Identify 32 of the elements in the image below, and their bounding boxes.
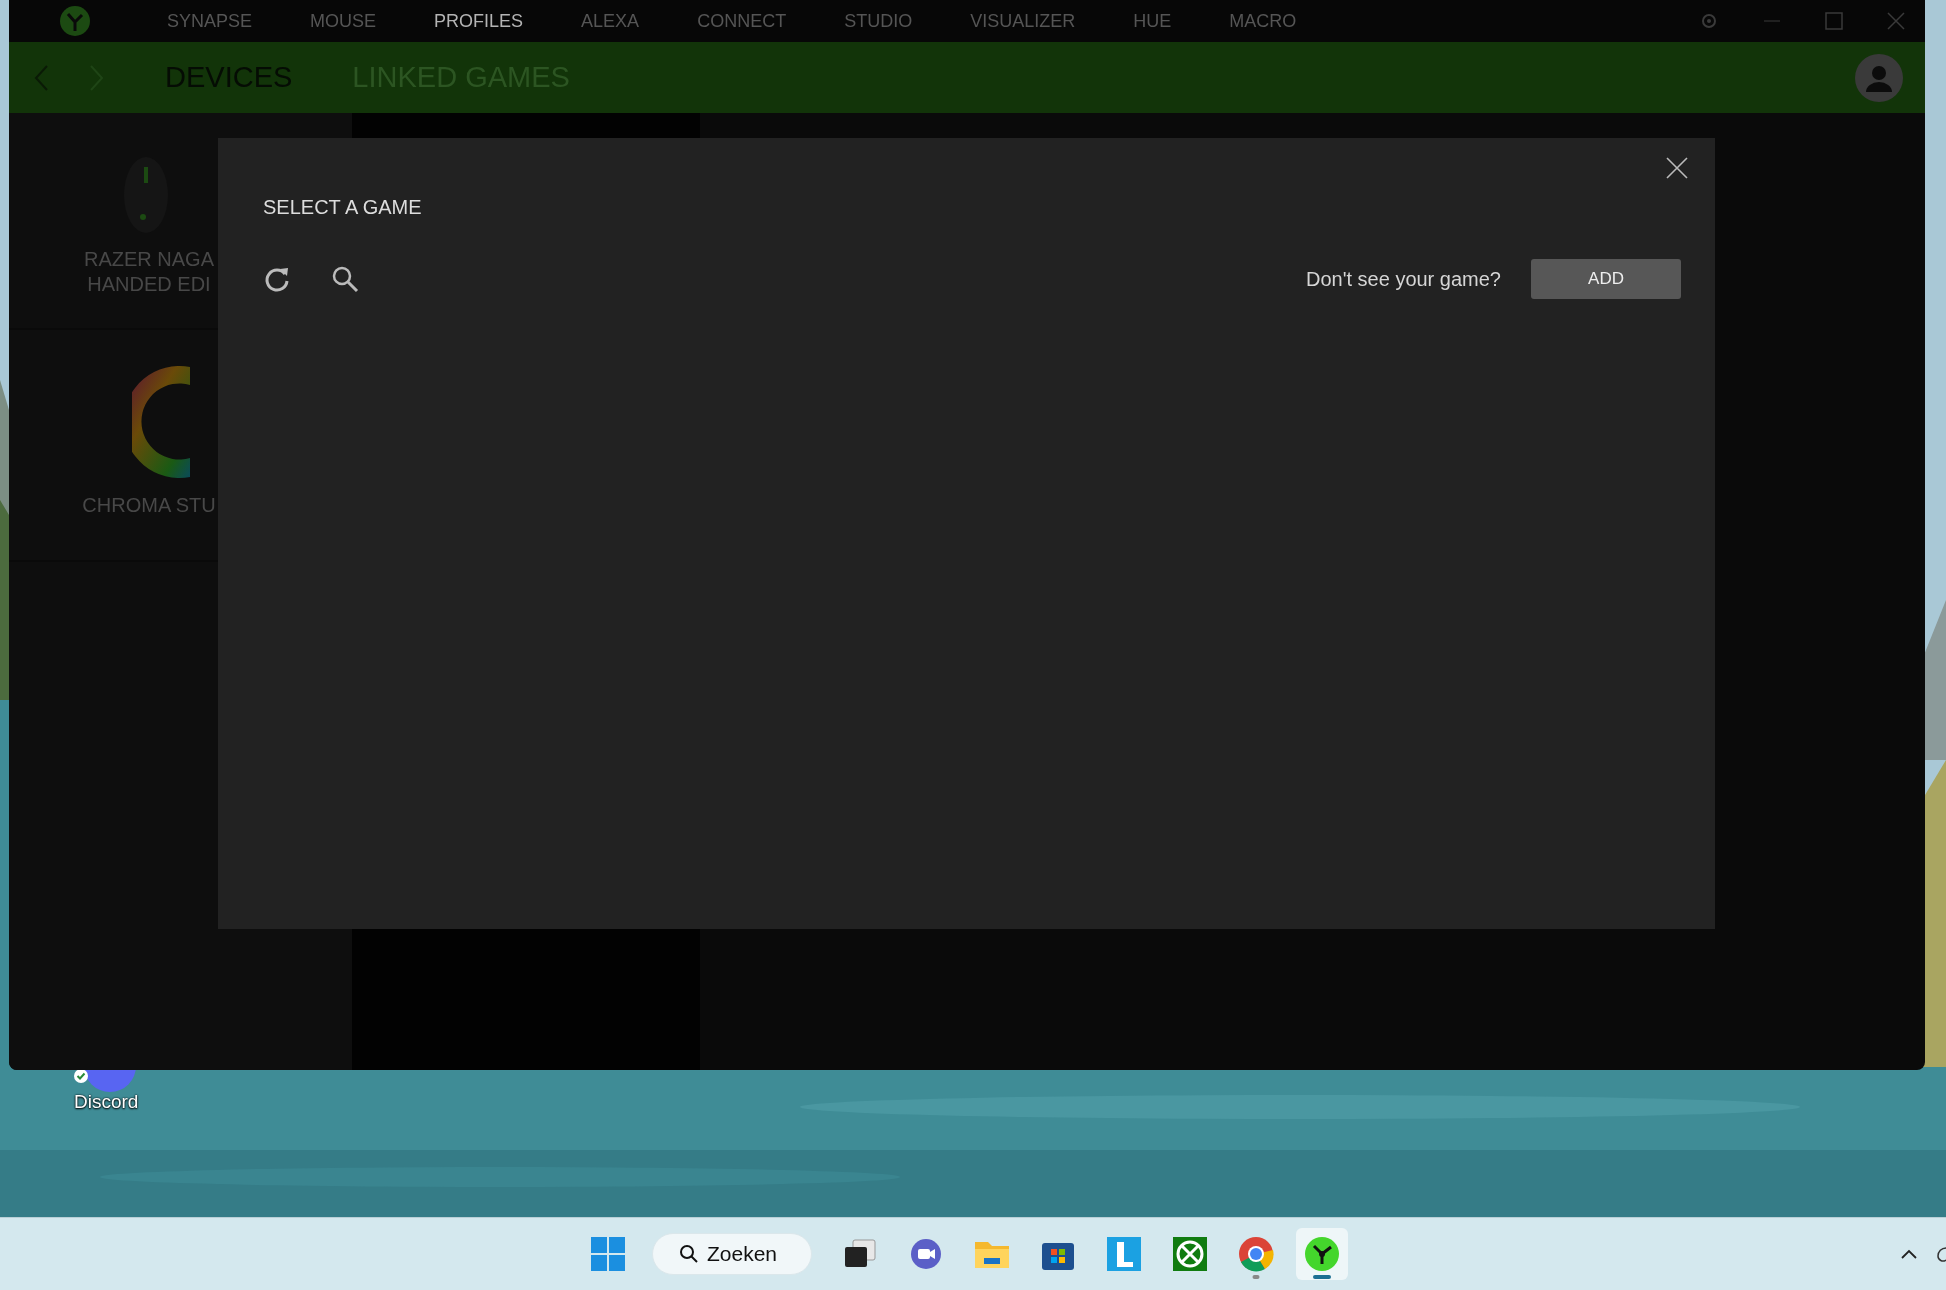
chevron-up-icon[interactable] (1900, 1248, 1918, 1260)
desktop-icon-label[interactable]: Discord (74, 1091, 139, 1113)
nav-tab[interactable]: STUDIO (844, 10, 913, 32)
xbox-icon (1173, 1237, 1207, 1271)
mouse-icon (121, 155, 171, 235)
search-icon (679, 1244, 699, 1264)
video-chat-icon (909, 1238, 943, 1270)
device-label: RAZER NAGA HANDED EDI (83, 247, 215, 297)
browser-icon (1238, 1236, 1274, 1272)
refresh-button[interactable] (263, 265, 291, 293)
add-button[interactable]: ADD (1531, 259, 1681, 299)
check-icon (74, 1069, 88, 1083)
razer-app-icon (1304, 1236, 1340, 1272)
missing-game-prompt: Don't see your game? (1305, 267, 1501, 291)
nav-tab[interactable]: VISUALIZER (970, 10, 1076, 32)
start-icon[interactable] (590, 1236, 626, 1272)
running-indicator (1252, 1275, 1260, 1279)
running-indicator (1313, 1275, 1331, 1279)
search-button[interactable] (331, 265, 359, 293)
nav-tab[interactable]: PROFILES (434, 10, 524, 32)
taskbar-app[interactable] (1296, 1228, 1348, 1280)
nav-tab[interactable]: ALEXA (581, 10, 640, 32)
razer-logo-icon (59, 5, 91, 37)
nav-tab[interactable]: HUE (1133, 10, 1172, 32)
windows-icon (843, 1239, 877, 1269)
nav-tab[interactable]: MACRO (1229, 10, 1297, 32)
letter-l-icon (1107, 1237, 1141, 1271)
search-field[interactable]: Zoeken (652, 1233, 812, 1275)
device-label: CHROMA STU (81, 493, 217, 518)
nav-tab[interactable]: SYNAPSE (167, 10, 253, 32)
nav-tab[interactable]: MOUSE (310, 10, 377, 32)
nav-tab[interactable]: CONNECT (697, 10, 787, 32)
